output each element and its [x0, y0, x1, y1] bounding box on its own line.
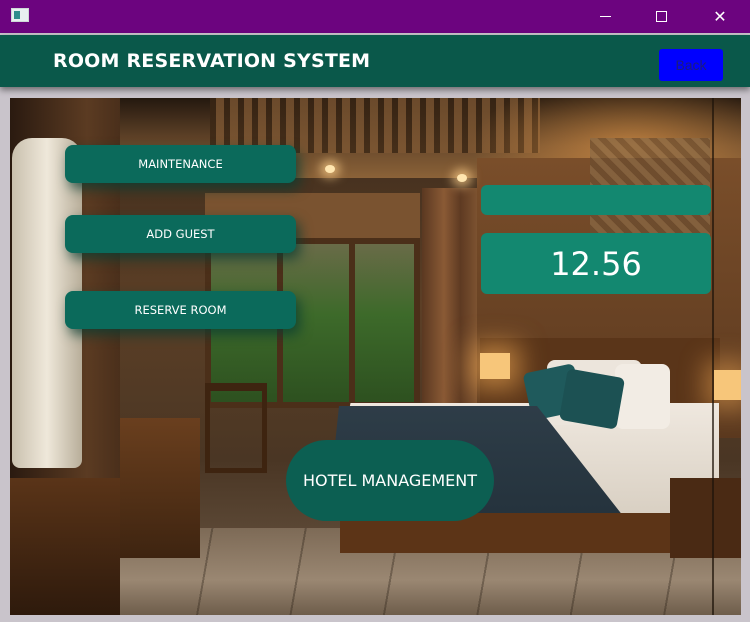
- info-display-bar: [481, 185, 711, 215]
- close-icon: ✕: [713, 8, 727, 26]
- hotel-management-button[interactable]: HOTEL MANAGEMENT: [286, 440, 494, 521]
- maximize-icon: [655, 11, 667, 22]
- window-titlebar: ✕: [0, 0, 750, 33]
- minimize-button[interactable]: [582, 0, 628, 33]
- maintenance-button[interactable]: MAINTENANCE: [65, 145, 296, 183]
- value-display: 12.56: [481, 233, 711, 294]
- app-icon: [11, 8, 29, 22]
- back-button[interactable]: Back: [659, 49, 723, 81]
- app-header: ROOM RESERVATION SYSTEM Back: [0, 35, 750, 87]
- maximize-button[interactable]: [638, 0, 684, 33]
- close-button[interactable]: ✕: [697, 0, 743, 33]
- minimize-icon: [599, 16, 611, 17]
- reserve-room-button[interactable]: RESERVE ROOM: [65, 291, 296, 329]
- add-guest-button[interactable]: ADD GUEST: [65, 215, 296, 253]
- page-title: ROOM RESERVATION SYSTEM: [53, 50, 371, 72]
